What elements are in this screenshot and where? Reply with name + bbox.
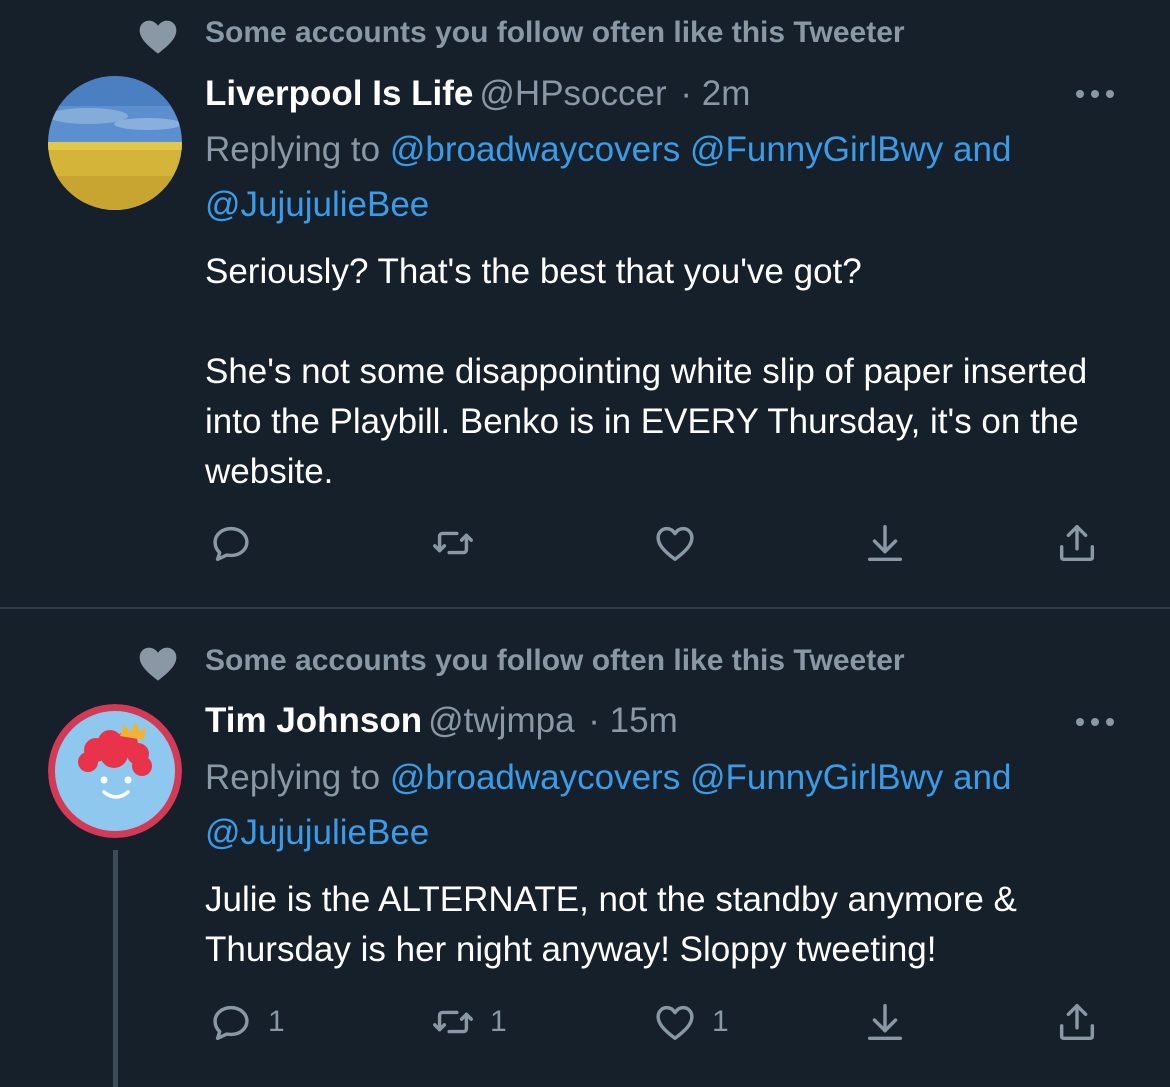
mention-link[interactable]: @FunnyGirlBwy bbox=[690, 758, 943, 797]
more-options-icon[interactable] bbox=[1070, 84, 1120, 104]
bookmark-button[interactable] bbox=[862, 999, 908, 1045]
avatar-image bbox=[48, 76, 182, 210]
tweet-actions: 1 1 1 bbox=[0, 999, 1170, 1049]
like-count: 1 bbox=[712, 1005, 729, 1038]
download-arrow-icon bbox=[867, 1003, 903, 1041]
avatar[interactable] bbox=[48, 704, 182, 838]
replying-to: Replying to @broadwaycovers @FunnyGirlBw… bbox=[205, 122, 1105, 232]
retweet-count: 1 bbox=[490, 1005, 507, 1038]
tweet-text: Seriously? That's the best that you've g… bbox=[205, 252, 1088, 491]
tweet-time[interactable]: · 2m bbox=[680, 74, 750, 113]
share-icon bbox=[1059, 1003, 1095, 1041]
social-context: Some accounts you follow often like this… bbox=[205, 644, 905, 677]
share-icon bbox=[1059, 524, 1095, 562]
share-button[interactable] bbox=[1054, 999, 1100, 1045]
thread-connector-line bbox=[113, 850, 118, 1087]
replying-to: Replying to @broadwaycovers @FunnyGirlBw… bbox=[205, 750, 1105, 860]
download-arrow-icon bbox=[867, 524, 903, 562]
display-name[interactable]: Tim Johnson bbox=[205, 701, 422, 740]
mention-link[interactable]: @FunnyGirlBwy bbox=[690, 130, 943, 169]
replying-to-prefix: Replying to bbox=[205, 758, 381, 797]
tweet[interactable]: Some accounts you follow often like this… bbox=[0, 0, 1170, 607]
social-context: Some accounts you follow often like this… bbox=[205, 16, 905, 49]
tweet-actions bbox=[0, 520, 1170, 570]
user-handle[interactable]: @twjmpa bbox=[428, 701, 574, 740]
retweet-icon bbox=[433, 531, 473, 555]
retweet-button[interactable]: 1 bbox=[430, 999, 507, 1045]
mention-link[interactable]: @JujujulieBee bbox=[205, 185, 429, 224]
mention-conjunction[interactable]: and bbox=[953, 130, 1011, 169]
like-button[interactable]: 1 bbox=[652, 999, 729, 1045]
heart-icon bbox=[656, 526, 694, 562]
user-handle[interactable]: @HPsoccer bbox=[479, 74, 666, 113]
mention-link[interactable]: @JujujulieBee bbox=[205, 813, 429, 852]
tweet-text: Julie is the ALTERNATE, not the standby … bbox=[205, 880, 1017, 969]
avatar-image bbox=[48, 704, 182, 838]
retweet-button[interactable] bbox=[430, 520, 490, 566]
reply-icon bbox=[213, 1005, 249, 1041]
bookmark-button[interactable] bbox=[862, 520, 908, 566]
mention-link[interactable]: @broadwaycovers bbox=[390, 758, 680, 797]
mention-conjunction[interactable]: and bbox=[953, 758, 1011, 797]
share-button[interactable] bbox=[1054, 520, 1100, 566]
tweet-header: Tim Johnson @twjmpa · 15m bbox=[205, 701, 678, 741]
tweet-header: Liverpool Is Life @HPsoccer · 2m bbox=[205, 74, 750, 114]
replying-to-prefix: Replying to bbox=[205, 130, 381, 169]
mention-link[interactable]: @broadwaycovers bbox=[390, 130, 680, 169]
heart-icon bbox=[656, 1005, 694, 1041]
retweet-icon bbox=[433, 1010, 473, 1034]
reply-icon bbox=[213, 526, 249, 562]
display-name[interactable]: Liverpool Is Life bbox=[205, 74, 473, 113]
reply-button[interactable]: 1 bbox=[208, 999, 285, 1045]
heart-filled-icon bbox=[139, 20, 177, 54]
reply-count: 1 bbox=[268, 1005, 285, 1038]
heart-filled-icon bbox=[139, 647, 177, 681]
like-button[interactable] bbox=[652, 520, 712, 566]
reply-button[interactable] bbox=[208, 520, 268, 566]
tweet-time[interactable]: · 15m bbox=[588, 701, 677, 740]
tweet[interactable]: Some accounts you follow often like this… bbox=[0, 609, 1170, 1087]
avatar[interactable] bbox=[48, 76, 182, 210]
more-options-icon[interactable] bbox=[1070, 712, 1120, 732]
